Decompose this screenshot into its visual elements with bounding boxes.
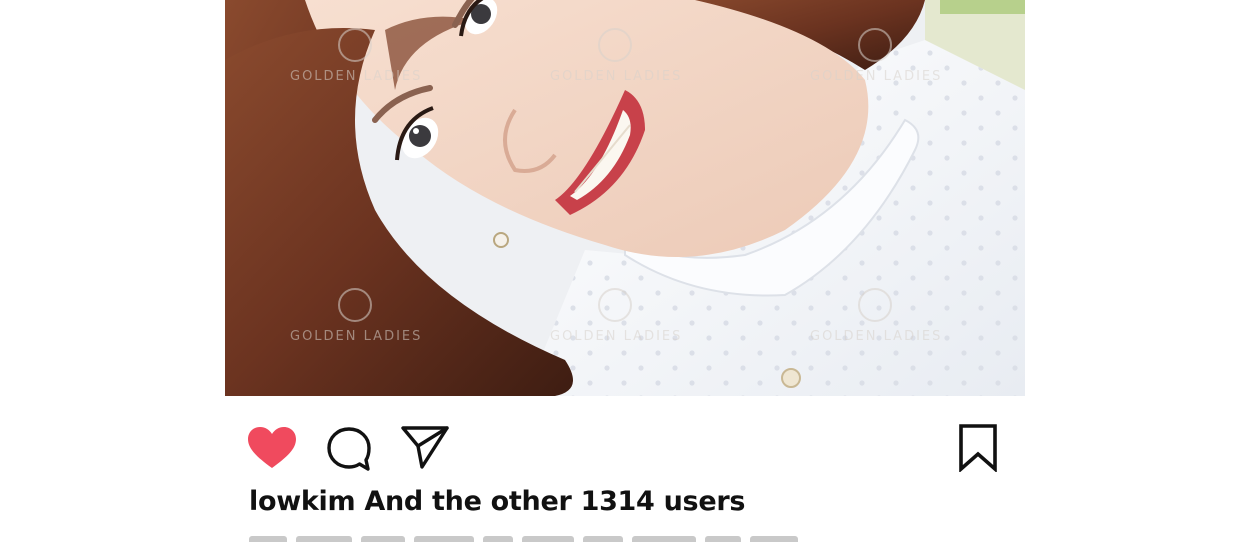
caption-cutoff-line xyxy=(249,536,909,542)
svg-text:GOLDEN LADIES: GOLDEN LADIES xyxy=(550,329,682,344)
likes-summary[interactable]: lowkim And the other 1314 users xyxy=(249,486,745,517)
svg-text:GOLDEN LADIES: GOLDEN LADIES xyxy=(550,69,682,84)
post-actions-bar xyxy=(225,420,1025,476)
heart-filled-icon[interactable] xyxy=(247,426,297,470)
svg-text:GOLDEN LADIES: GOLDEN LADIES xyxy=(290,329,422,344)
post-card: GOLDEN LADIES GOLDEN LADIES GOLDEN LADIE… xyxy=(0,0,1250,542)
bookmark-icon[interactable] xyxy=(958,424,998,472)
post-photo[interactable]: GOLDEN LADIES GOLDEN LADIES GOLDEN LADIE… xyxy=(225,0,1025,396)
paper-plane-icon[interactable] xyxy=(400,424,450,470)
svg-text:GOLDEN LADIES: GOLDEN LADIES xyxy=(810,329,942,344)
speech-bubble-icon[interactable] xyxy=(326,426,372,472)
svg-text:GOLDEN LADIES: GOLDEN LADIES xyxy=(810,69,942,84)
svg-text:GOLDEN LADIES: GOLDEN LADIES xyxy=(290,69,422,84)
portrait-illustration: GOLDEN LADIES GOLDEN LADIES GOLDEN LADIE… xyxy=(225,0,1025,396)
